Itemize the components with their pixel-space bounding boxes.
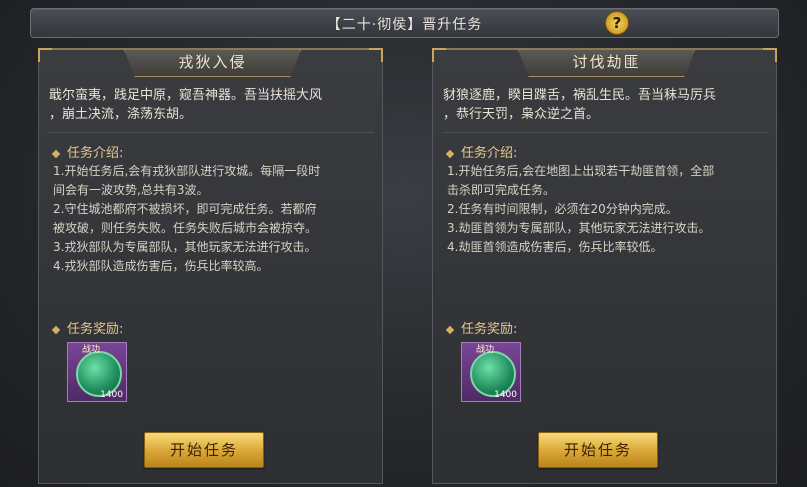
page-title: 【二十·彻侯】晋升任务: [326, 17, 483, 33]
quest-intro: 戢尔蛮夷，践足中原，窥吾神器。吾当扶摇大风 ，崩土决流，涤荡东胡。: [49, 86, 374, 124]
help-icon[interactable]: ?: [605, 11, 629, 35]
corner-ornament: [38, 48, 52, 62]
reward-label: 战功: [476, 345, 495, 355]
reward-quantity: 1400: [100, 390, 123, 400]
rule-line: 4.戎狄部队造成伤害后，伤兵比率较高。: [53, 259, 269, 273]
diamond-bullet-icon: [445, 325, 455, 334]
diamond-bullet-icon: [445, 149, 455, 158]
quest-panel-bandits: 讨伐劫匪 豺狼逐鹿，睽目蹀舌，祸乱生民。吾当秣马厉兵 ，恭行天罚，枭众逆之首。 …: [432, 48, 777, 484]
rules-heading: 任务介绍:: [51, 142, 124, 161]
start-quest-button[interactable]: 开始任务: [144, 432, 264, 468]
start-quest-button[interactable]: 开始任务: [538, 432, 658, 468]
reward-quantity: 1400: [494, 390, 517, 400]
start-quest-button-label: 开始任务: [169, 441, 238, 459]
rewards-heading: 任务奖励:: [51, 318, 124, 337]
rules-list: 1.开始任务后,会有戎狄部队进行攻城。每隔一段时 间会有一波攻势,总共有3波。 …: [53, 162, 373, 276]
corner-ornament: [432, 48, 446, 62]
reward-label: 战功: [82, 345, 101, 355]
rule-line: 3.劫匪首领为专属部队，其他玩家无法进行攻击。: [447, 221, 711, 235]
intro-line: 戢尔蛮夷，践足中原，窥吾神器。吾当扶摇大风: [49, 88, 323, 103]
rewards-heading-label: 任务奖励:: [67, 322, 124, 337]
reward-item-merit[interactable]: 战功 1400: [67, 342, 127, 402]
rule-line: 3.戎狄部队为专属部队，其他玩家无法进行攻击。: [53, 240, 317, 254]
rule-line: 间会有一波攻势,总共有3波。: [53, 183, 209, 197]
diamond-bullet-icon: [51, 149, 61, 158]
rewards-heading-label: 任务奖励:: [461, 322, 518, 337]
rules-heading-label: 任务介绍:: [461, 146, 518, 161]
rule-line: 2.任务有时间限制，必须在20分钟内完成。: [447, 202, 678, 216]
rewards-heading: 任务奖励:: [445, 318, 518, 337]
quest-title-ribbon: 讨伐劫匪: [518, 50, 695, 77]
rule-line: 击杀即可完成任务。: [447, 183, 556, 197]
quest-intro: 豺狼逐鹿，睽目蹀舌，祸乱生民。吾当秣马厉兵 ，恭行天罚，枭众逆之首。: [443, 86, 768, 124]
diamond-bullet-icon: [51, 325, 61, 334]
start-quest-button-label: 开始任务: [563, 441, 632, 459]
rule-line: 2.守住城池都府不被损坏，即可完成任务。若都府: [53, 202, 317, 216]
divider: [49, 132, 374, 133]
intro-line: ，恭行天罚，枭众逆之首。: [443, 107, 600, 122]
title-bar: 【二十·彻侯】晋升任务 ?: [30, 8, 779, 38]
intro-line: 豺狼逐鹿，睽目蹀舌，祸乱生民。吾当秣马厉兵: [443, 88, 717, 103]
divider: [443, 132, 768, 133]
rule-line: 1.开始任务后,会在地图上出现若干劫匪首领，全部: [447, 164, 715, 178]
corner-ornament: [763, 48, 777, 62]
rule-line: 被攻破，则任务失败。任务失败后城市会被掠夺。: [53, 221, 318, 235]
quest-title: 戎狄入侵: [178, 53, 247, 71]
rules-heading: 任务介绍:: [445, 142, 518, 161]
rules-heading-label: 任务介绍:: [67, 146, 124, 161]
corner-ornament: [369, 48, 383, 62]
rule-line: 4.劫匪首领造成伤害后，伤兵比率较低。: [447, 240, 663, 254]
intro-line: ，崩土决流，涤荡东胡。: [49, 107, 193, 122]
quest-panel-invasion: 戎狄入侵 戢尔蛮夷，践足中原，窥吾神器。吾当扶摇大风 ，崩土决流，涤荡东胡。 任…: [38, 48, 383, 484]
quest-title: 讨伐劫匪: [572, 53, 641, 71]
rules-list: 1.开始任务后,会在地图上出现若干劫匪首领，全部 击杀即可完成任务。 2.任务有…: [447, 162, 767, 257]
reward-item-merit[interactable]: 战功 1400: [461, 342, 521, 402]
quest-title-ribbon: 戎狄入侵: [124, 50, 301, 77]
rule-line: 1.开始任务后,会有戎狄部队进行攻城。每隔一段时: [53, 164, 321, 178]
